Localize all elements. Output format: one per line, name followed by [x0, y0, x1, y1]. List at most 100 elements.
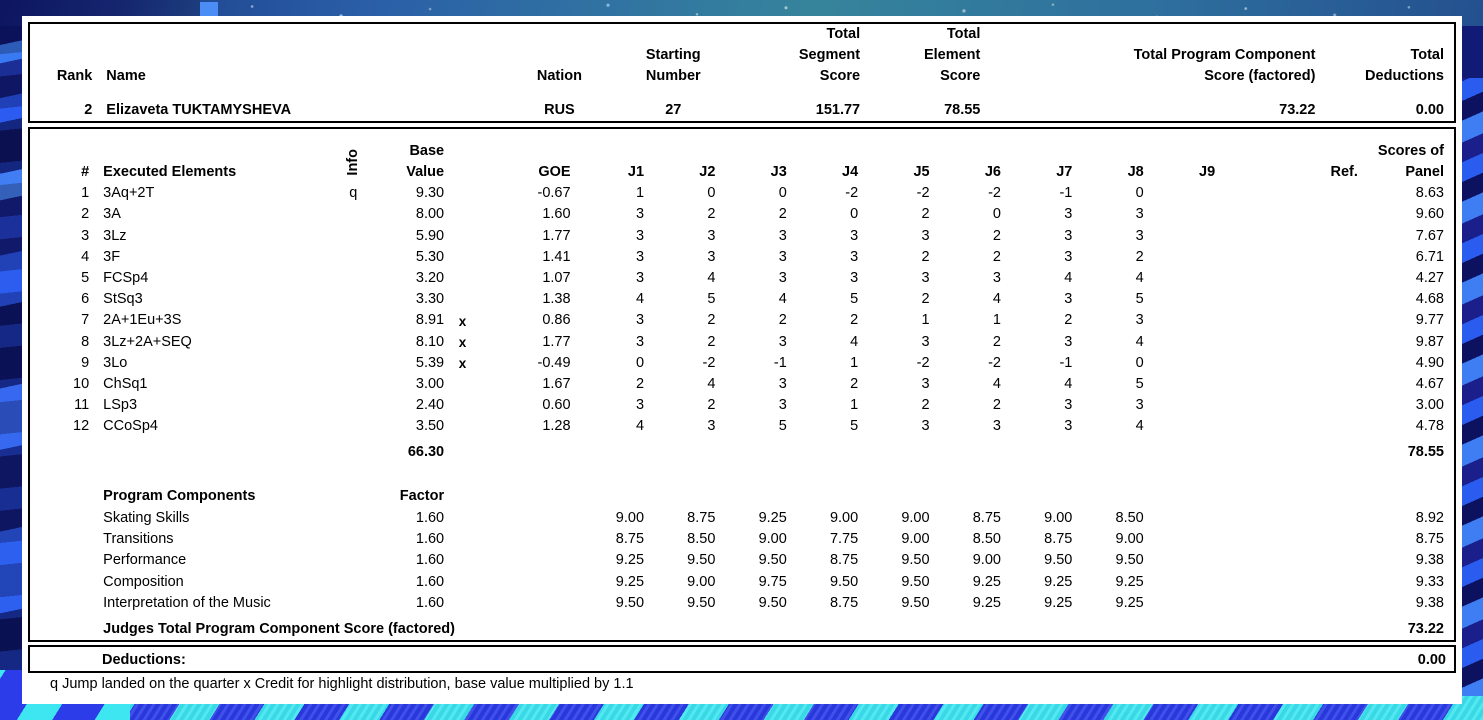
program-component-score-of-panel: 9.38	[1415, 552, 1444, 569]
base-value-total: 66.30	[407, 444, 445, 461]
element-judge-score-j6: 3	[992, 418, 1001, 435]
element-judge-score-j5: 3	[921, 269, 930, 286]
pc-row-pad	[30, 507, 89, 528]
element-judge-score-j2: 4	[707, 269, 716, 286]
element-judge-score-j8: 5	[1135, 375, 1144, 392]
pc-pad-12	[1072, 463, 1143, 507]
table-row: 10 ChSq1 3.00 1.67 2 4 3 2 3 4 4 5 4.67	[30, 374, 1454, 395]
value-name: Elizaveta TUKTAMYSHEVA	[106, 102, 292, 119]
element-judge-score-j2: 0	[707, 185, 716, 202]
element-judge-score-j3: 0	[778, 185, 787, 202]
element-judge-score-j3: 3	[778, 227, 787, 244]
deduction-pad	[30, 647, 88, 671]
program-component-judge-score-j1: 9.00	[615, 509, 645, 526]
header-base-value: Base Value	[406, 143, 445, 181]
element-judge-score-j1: 0	[635, 354, 645, 371]
element-judge-score-j4: 1	[850, 397, 859, 414]
element-credit-flag	[444, 395, 481, 416]
element-info-flag	[334, 247, 373, 268]
element-judge-score-j9	[1144, 374, 1215, 395]
pc-pad-11	[1001, 463, 1072, 507]
element-goe: 0.86	[542, 312, 571, 329]
value-total-deductions: 0.00	[1415, 102, 1444, 119]
element-judge-score-j6: 3	[992, 269, 1001, 286]
element-judge-score-j9	[1144, 353, 1215, 374]
element-name: 3Lo	[103, 354, 128, 371]
summary-table: Rank Name Nation Starting Number Total S…	[30, 24, 1454, 121]
pc-row-pad-3	[444, 571, 481, 592]
element-info-flag	[334, 374, 373, 395]
program-component-rows-body: Skating Skills 1.60 9.00 8.75 9.25 9.00 9.00 8.…	[30, 507, 1454, 614]
pc-row-pad-2	[334, 571, 373, 592]
element-judge-score-j8: 0	[1135, 354, 1144, 371]
totals-pad-13	[1072, 437, 1143, 463]
program-component-judge-score-j5: 9.00	[901, 509, 930, 526]
program-component-judge-score-j9	[1144, 507, 1215, 528]
program-component-judge-score-j5: 9.00	[901, 531, 930, 548]
element-judge-score-j9	[1144, 183, 1215, 204]
pc-spacer	[1215, 529, 1286, 550]
element-judge-score-j7: 4	[1064, 269, 1073, 286]
element-judge-score-j9	[1144, 416, 1215, 437]
element-info-flag	[334, 225, 373, 246]
element-goe: 1.07	[542, 269, 571, 286]
table-row: Skating Skills 1.60 9.00 8.75 9.25 9.00 9.00 8.…	[30, 507, 1454, 528]
protocol-sheet: Rank Name Nation Starting Number Total S…	[22, 16, 1462, 704]
table-row: 11 LSp3 2.40 0.60 3 2 3 1 2 2 3 3 3.00	[30, 395, 1454, 416]
pc-row-pad-2	[334, 529, 373, 550]
program-component-score-of-panel: 8.92	[1415, 509, 1444, 526]
program-component-judge-score-j4: 8.75	[829, 552, 859, 569]
totals-pad-16	[1287, 437, 1358, 463]
element-judge-score-j5: -2	[916, 185, 930, 202]
element-judge-score-j2: 3	[707, 248, 716, 265]
element-judge-score-j6: 2	[992, 248, 1001, 265]
program-component-factor: 1.60	[415, 531, 445, 548]
element-judge-score-j9	[1144, 289, 1215, 310]
element-judge-score-j7: 3	[1064, 397, 1073, 414]
program-component-judge-score-j3: 9.50	[758, 595, 787, 612]
judges-total-pcs-label: Judges Total Program Component Score (fa…	[103, 621, 455, 638]
totals-pad-8	[715, 437, 786, 463]
pc-pad-7	[715, 463, 786, 507]
program-component-judge-score-j1: 9.50	[615, 595, 645, 612]
pct-pad-8	[1001, 614, 1072, 640]
program-component-judge-score-j8: 9.25	[1115, 595, 1144, 612]
element-judge-score-j7: 4	[1064, 375, 1073, 392]
element-judge-score-j8: 4	[1135, 269, 1144, 286]
header-j9: J9	[1199, 164, 1216, 181]
element-spacer	[1215, 204, 1286, 225]
element-spacer	[1215, 395, 1286, 416]
element-credit-flag	[444, 268, 481, 289]
pct-pad-11	[1215, 614, 1286, 640]
program-component-judge-score-j8: 8.50	[1115, 509, 1144, 526]
element-number: 1	[81, 185, 90, 202]
program-component-judge-score-j4: 9.00	[829, 509, 859, 526]
element-goe: 1.38	[542, 291, 571, 308]
program-component-judge-score-j3: 9.50	[758, 552, 787, 569]
element-base-value: 3.30	[415, 291, 445, 308]
element-info-flag	[334, 289, 373, 310]
value-starting-number: 27	[665, 102, 682, 119]
pct-pad-10	[1144, 614, 1215, 640]
pc-pad-16	[1358, 463, 1454, 507]
element-judge-score-j5: 3	[921, 375, 930, 392]
program-component-label: Transitions	[103, 531, 174, 548]
element-judge-score-j9	[1144, 204, 1215, 225]
element-name: StSq3	[103, 291, 143, 308]
program-component-judge-score-j4: 8.75	[829, 595, 859, 612]
element-judge-score-j8: 4	[1135, 333, 1144, 350]
element-judge-score-j1: 3	[635, 206, 645, 223]
element-credit-flag: x	[458, 334, 467, 350]
program-component-judge-score-j5: 9.50	[901, 573, 930, 590]
header-nation: Nation	[536, 68, 582, 85]
header-j1: J1	[627, 164, 645, 181]
element-judge-score-j5: -2	[916, 354, 930, 371]
element-name: 2A+1Eu+3S	[103, 312, 182, 329]
program-component-judge-score-j5: 9.50	[901, 552, 930, 569]
header-starting-number: Starting Number	[645, 47, 701, 85]
element-score-of-panel: 4.67	[1415, 375, 1444, 392]
element-judge-score-j6: -2	[988, 354, 1001, 371]
pc-row-pad-3	[444, 593, 481, 614]
element-judge-score-j5: 1	[921, 312, 930, 329]
element-ref	[1287, 225, 1358, 246]
